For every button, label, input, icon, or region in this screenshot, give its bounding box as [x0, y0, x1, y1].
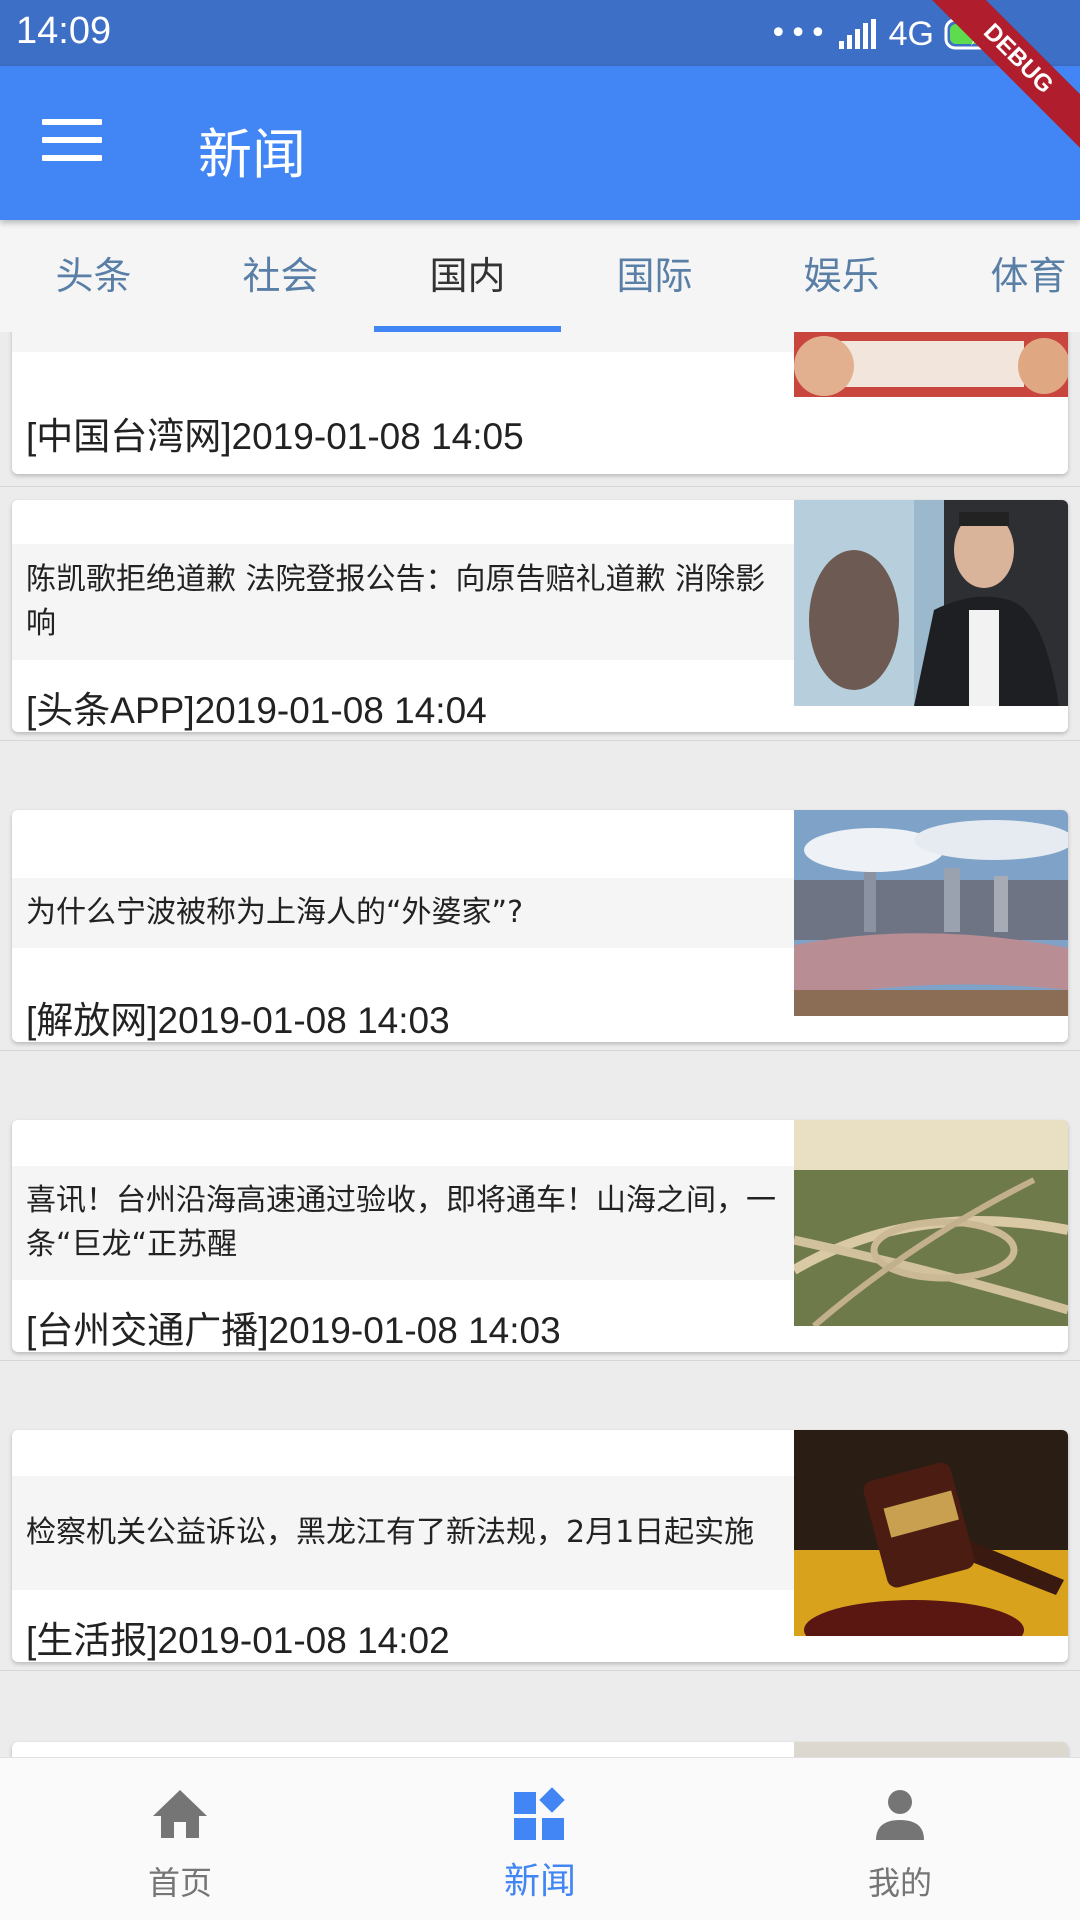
news-source-time: [台州交通广播]2019-01-08 14:03 — [26, 1310, 561, 1351]
news-title — [12, 332, 794, 352]
category-tabs: 头条 社会 国内 国际 娱乐 体育 — [0, 220, 1080, 332]
news-feed[interactable]: [中国台湾网]2019-01-08 14:05 陈凯歌拒绝道歉 法院登报公告：向… — [0, 332, 1080, 1757]
news-thumbnail — [794, 332, 1068, 397]
news-source-time: [生活报]2019-01-08 14:02 — [26, 1620, 450, 1661]
person-icon — [876, 1790, 924, 1840]
tab-sports[interactable]: 体育 — [935, 220, 1080, 332]
status-time: 14:09 — [16, 10, 112, 52]
nav-profile[interactable]: 我的 — [720, 1758, 1080, 1920]
nav-news[interactable]: 新闻 — [360, 1758, 720, 1920]
news-card[interactable]: 陈凯歌拒绝道歉 法院登报公告：向原告赔礼道歉 消除影响 [头条APP]2019-… — [12, 500, 1068, 732]
tab-domestic[interactable]: 国内 — [374, 220, 561, 332]
app-bar: 新闻 — [0, 66, 1080, 220]
tab-entertainment[interactable]: 娱乐 — [748, 220, 935, 332]
news-thumbnail — [794, 1742, 1068, 1757]
page-title: 新闻 — [198, 123, 306, 186]
news-title: 陈凯歌拒绝道歉 法院登报公告：向原告赔礼道歉 消除影响 — [12, 544, 794, 660]
news-source-time: [解放网]2019-01-08 14:03 — [26, 1000, 450, 1041]
news-thumbnail — [794, 810, 1068, 1016]
news-card[interactable]: 为什么宁波被称为上海人的“外婆家”? [解放网]2019-01-08 14:03 — [12, 810, 1068, 1042]
news-thumbnail — [794, 1120, 1068, 1326]
news-title: 为什么宁波被称为上海人的“外婆家”? — [12, 878, 794, 948]
news-title: 喜讯！台州沿海高速通过验收，即将通车！山海之间，一条“巨龙“正苏醒 — [12, 1166, 794, 1280]
news-card[interactable]: 喜讯！台州沿海高速通过验收，即将通车！山海之间，一条“巨龙“正苏醒 [台州交通广… — [12, 1120, 1068, 1352]
tab-society[interactable]: 社会 — [187, 220, 374, 332]
network-type: 4G — [888, 14, 934, 53]
tab-international[interactable]: 国际 — [561, 220, 748, 332]
news-card[interactable]: 检察机关公益诉讼，黑龙江有了新法规，2月1日起实施 [生活报]2019-01-0… — [12, 1430, 1068, 1662]
news-thumbnail — [794, 500, 1068, 706]
nav-news-label: 新闻 — [503, 1861, 576, 1902]
nav-home-label: 首页 — [147, 1864, 212, 1902]
tab-indicator — [374, 326, 561, 332]
nav-home[interactable]: 首页 — [0, 1758, 360, 1920]
dashboard-icon — [514, 1787, 565, 1840]
status-bar: 14:09 ••• 4G — [0, 0, 1080, 66]
more-dots-icon: ••• — [769, 16, 829, 51]
bottom-navigation: 首页 新闻 我的 — [0, 1757, 1080, 1920]
menu-icon[interactable] — [42, 119, 102, 167]
news-card[interactable] — [12, 1742, 1068, 1757]
home-icon — [153, 1790, 207, 1838]
news-thumbnail — [794, 1430, 1068, 1636]
signal-icon — [838, 19, 876, 49]
news-source-time: [头条APP]2019-01-08 14:04 — [26, 690, 487, 731]
news-title: 检察机关公益诉讼，黑龙江有了新法规，2月1日起实施 — [12, 1476, 794, 1590]
tab-headlines[interactable]: 头条 — [0, 220, 187, 332]
nav-profile-label: 我的 — [867, 1864, 932, 1902]
news-card[interactable]: [中国台湾网]2019-01-08 14:05 — [12, 332, 1068, 474]
news-source-time: [中国台湾网]2019-01-08 14:05 — [26, 416, 524, 457]
